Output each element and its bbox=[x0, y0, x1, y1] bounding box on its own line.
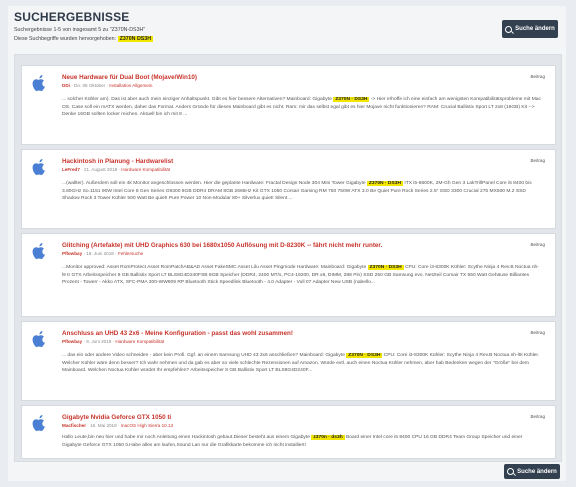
result-title-link[interactable]: Glitching (Artefakte) mit UHD Graphics 6… bbox=[62, 242, 382, 249]
excerpt-text: ...Monitor approved: Asset RomProtect As… bbox=[62, 265, 367, 270]
result-excerpt: ...(wallter). Außerdem soll ein 4k Monit… bbox=[62, 180, 541, 203]
apple-logo-icon bbox=[32, 159, 45, 175]
excerpt-highlight: Z370N · DS3H bbox=[366, 181, 403, 186]
result-meta: Pflowbay · 9. Juni 2018 · Hardware Kompa… bbox=[62, 339, 165, 344]
result-title-link[interactable]: Anschluss an UHD 43 2x6 - Meine Konfigur… bbox=[62, 330, 293, 337]
results-header: SUCHERGEBNISSE Suchergebnisse 1-5 von in… bbox=[14, 10, 560, 50]
result-forum-link[interactable]: Hardware Kompatibilität bbox=[115, 339, 164, 344]
apple-logo-icon bbox=[32, 415, 45, 431]
result-title-link[interactable]: Gigabyte Nvidia Geforce GTX 1050 ti bbox=[62, 414, 171, 421]
result-type: Beitrag bbox=[530, 74, 545, 79]
change-search-label: Suche ändern bbox=[517, 468, 557, 475]
page-title: SUCHERGEBNISSE bbox=[14, 10, 130, 24]
highlight-term: Z370N DS3H bbox=[117, 36, 154, 42]
result-type: Beitrag bbox=[530, 330, 545, 335]
result-author-link[interactable]: Pflowbay bbox=[62, 251, 82, 256]
result-forum-link[interactable]: Installation Allgemein bbox=[109, 83, 152, 88]
result-type: Beitrag bbox=[530, 414, 545, 419]
apple-logo-icon bbox=[32, 331, 45, 347]
result-date: 18. Juni 2018 bbox=[86, 251, 114, 256]
result-meta: Macfischer · 16. Mai 2018 · macOS High S… bbox=[62, 423, 174, 428]
result-meta: Pflowbay · 18. Juni 2018 · Fehlersuche bbox=[62, 251, 144, 256]
result-title-link[interactable]: Hackintosh in Planung - Hardwarelist bbox=[62, 158, 173, 165]
result-author-link[interactable]: LeFred7 bbox=[62, 167, 80, 172]
result-forum-link[interactable]: Hardware Kompatibilität bbox=[121, 167, 170, 172]
result-forum-link[interactable]: Fehlersuche bbox=[118, 251, 143, 256]
result-title-link[interactable]: Neue Hardware für Dual Boot (Mojave/Win1… bbox=[62, 74, 197, 81]
result-date: 21. August 2018 bbox=[83, 167, 118, 172]
result-author-link[interactable]: Macfischer bbox=[62, 423, 86, 428]
search-icon bbox=[505, 25, 513, 33]
excerpt-highlight: Z370N · DS3H bbox=[333, 97, 370, 102]
excerpt-highlight: Z370N · DS3H bbox=[346, 353, 383, 358]
excerpt-text: ...(wallter). Außerdem soll ein 4k Monit… bbox=[62, 181, 366, 186]
result-date: 9. Juni 2018 bbox=[86, 339, 112, 344]
result-author-link[interactable]: DDi bbox=[62, 83, 70, 88]
change-search-button-bottom[interactable]: Suche ändern bbox=[504, 464, 560, 479]
result-type: Beitrag bbox=[530, 158, 545, 163]
highlight-intro: Diese Suchbegriffe wurden hervorgehoben: bbox=[14, 36, 117, 42]
result-excerpt: ...Monitor approved: Asset RomProtect As… bbox=[62, 264, 541, 287]
result-date: 16. Mai 2018 bbox=[90, 423, 117, 428]
search-result: Hackintosh in Planung - Hardwarelist LeF… bbox=[21, 149, 556, 229]
search-result: Anschluss an UHD 43 2x6 - Meine Konfigur… bbox=[21, 321, 556, 401]
search-icon bbox=[507, 468, 515, 475]
change-search-button-top[interactable]: Suche ändern bbox=[502, 20, 558, 38]
result-type: Beitrag bbox=[530, 242, 545, 247]
result-excerpt: ... solcher Kühler am). Das ist aber auc… bbox=[62, 96, 541, 119]
result-meta: LeFred7 · 21. August 2018 · Hardware Kom… bbox=[62, 167, 171, 172]
result-excerpt: ... das ein oder andere Video schneiden … bbox=[62, 352, 541, 375]
result-forum-link[interactable]: macOS High Sierra 10.13 bbox=[121, 423, 173, 428]
search-results-page: SUCHERGEBNISSE Suchergebnisse 1-5 von in… bbox=[8, 6, 566, 481]
search-result: Glitching (Artefakte) mit UHD Graphics 6… bbox=[21, 233, 556, 317]
highlight-info: Diese Suchbegriffe wurden hervorgehoben:… bbox=[14, 36, 154, 42]
result-excerpt: Hallo Leute,bin neu hier und habe mir no… bbox=[62, 434, 541, 449]
excerpt-text: Hallo Leute,bin neu hier und habe mir no… bbox=[62, 435, 310, 440]
result-author-link[interactable]: Pflowbay bbox=[62, 339, 82, 344]
excerpt-text: ... solcher Kühler am). Das ist aber auc… bbox=[62, 97, 332, 102]
result-date: Do. 06 Oktober bbox=[74, 83, 106, 88]
excerpt-text: ... das ein oder andere Video schneiden … bbox=[62, 353, 345, 358]
results-count: Suchergebnisse 1-5 von insgesamt 5 zu "Z… bbox=[14, 27, 146, 33]
search-result: Neue Hardware für Dual Boot (Mojave/Win1… bbox=[21, 65, 556, 145]
excerpt-highlight: Z370N · DS3H bbox=[367, 265, 404, 270]
apple-logo-icon bbox=[32, 243, 45, 259]
result-meta: DDi · Do. 06 Oktober · Installation Allg… bbox=[62, 83, 153, 88]
apple-logo-icon bbox=[32, 75, 45, 91]
change-search-label: Suche ändern bbox=[515, 26, 555, 32]
results-list: Neue Hardware für Dual Boot (Mojave/Win1… bbox=[14, 54, 562, 462]
excerpt-highlight: z370n · ds3h bbox=[311, 435, 345, 440]
search-result: Gigabyte Nvidia Geforce GTX 1050 ti Macf… bbox=[21, 405, 556, 459]
